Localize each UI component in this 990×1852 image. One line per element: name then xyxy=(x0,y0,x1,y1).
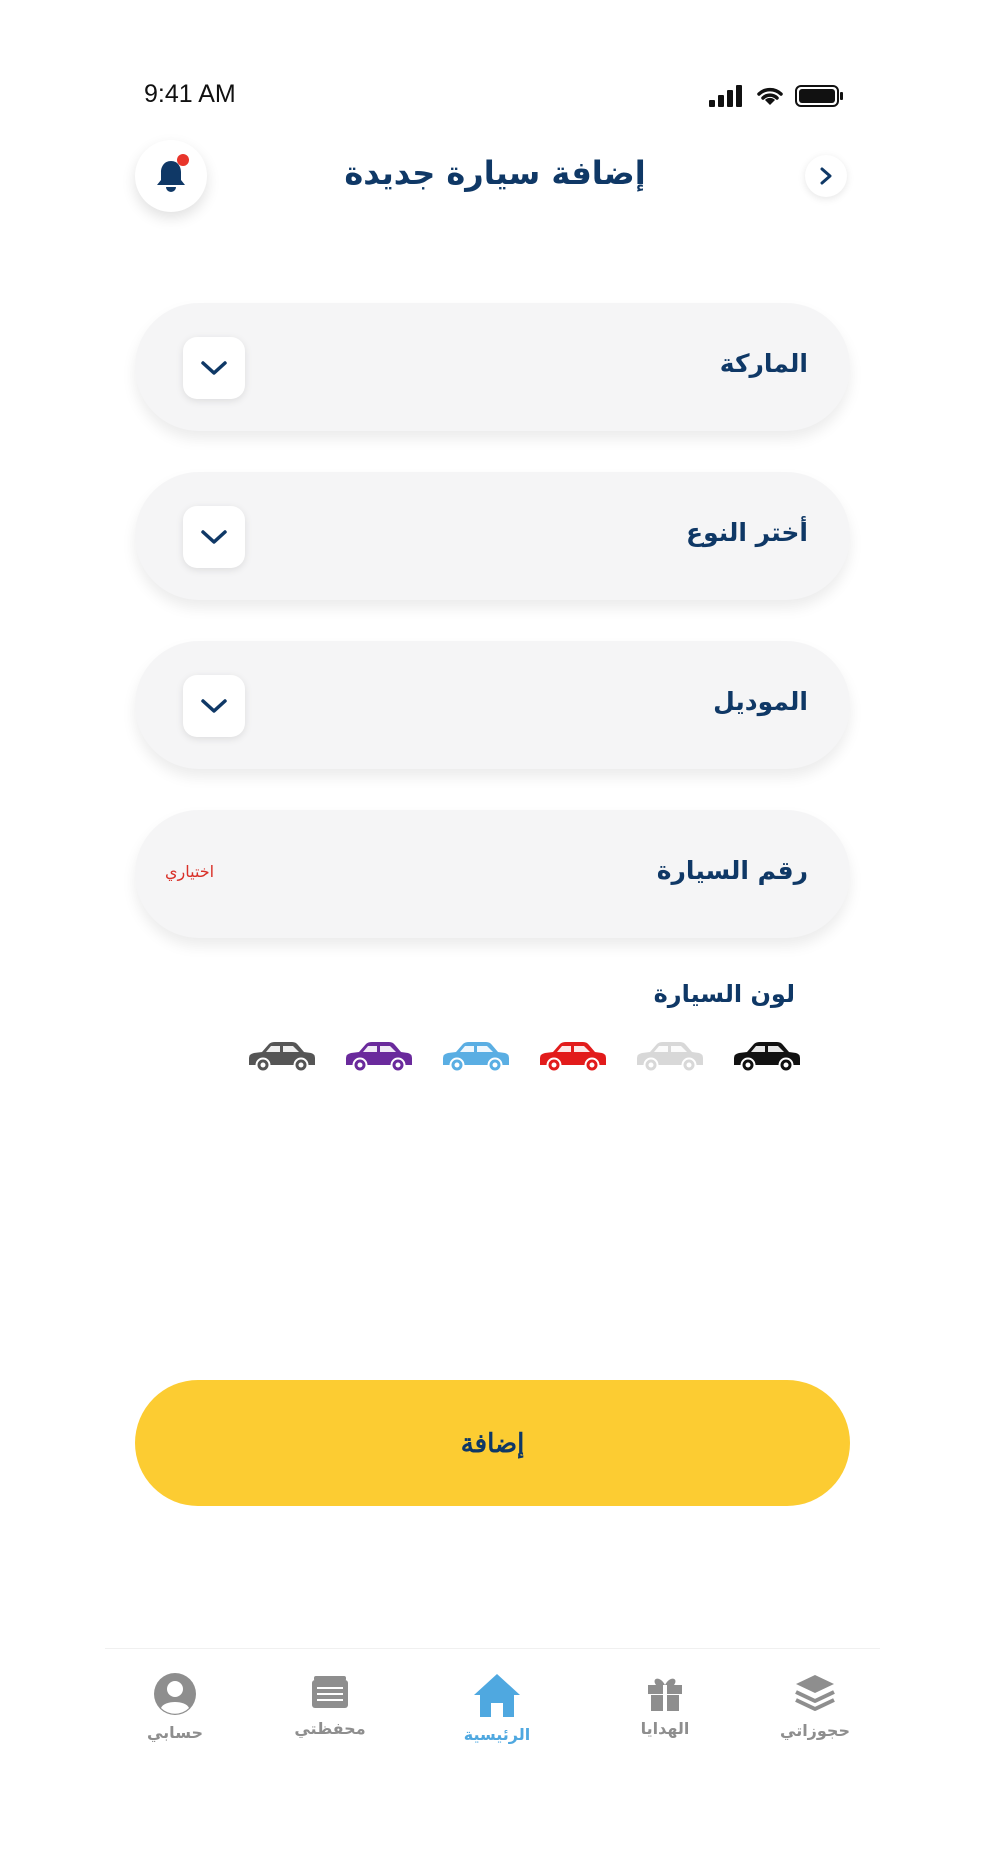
plate-number-label: رقم السيارة xyxy=(656,856,808,885)
chevron-down-icon xyxy=(201,699,227,713)
bottom-tab-bar: حسابي محفظتي الرئيسية الهدايا حجوزاتي xyxy=(105,1648,880,1774)
layers-icon xyxy=(795,1675,835,1711)
chevron-down-icon xyxy=(201,361,227,375)
wifi-icon xyxy=(757,87,783,105)
status-icons xyxy=(709,84,845,108)
gift-icon xyxy=(648,1678,682,1711)
type-dropdown-toggle[interactable] xyxy=(183,506,245,568)
status-bar: 9:41 AM xyxy=(140,78,845,118)
chevron-right-icon xyxy=(820,167,832,185)
chevron-down-icon xyxy=(201,530,227,544)
car-color-option[interactable] xyxy=(730,1040,802,1074)
user-icon xyxy=(154,1673,196,1715)
model-dropdown-toggle[interactable] xyxy=(183,675,245,737)
back-button[interactable] xyxy=(805,155,847,197)
home-icon xyxy=(474,1674,520,1717)
header: إضافة سيارة جديدة xyxy=(0,140,990,212)
signal-icon xyxy=(709,85,742,107)
add-button-label: إضافة xyxy=(460,1427,525,1458)
tab-bookings-label: حجوزاتي xyxy=(780,1721,850,1740)
wallet-icon xyxy=(312,1676,348,1708)
plate-number-field[interactable]: رقم السيارة اختياري xyxy=(135,810,850,938)
model-dropdown[interactable]: الموديل xyxy=(135,641,850,769)
car-color-option[interactable] xyxy=(342,1040,414,1074)
tab-home-label: الرئيسية xyxy=(463,1725,531,1744)
brand-dropdown-toggle[interactable] xyxy=(183,337,245,399)
car-color-options xyxy=(245,1040,802,1074)
optional-tag: اختياري xyxy=(165,862,215,881)
tab-wallet[interactable]: محفظتي xyxy=(260,1671,400,1738)
tab-gifts[interactable]: الهدايا xyxy=(595,1671,735,1738)
add-button[interactable]: إضافة xyxy=(135,1380,850,1506)
type-label: أختر النوع xyxy=(686,518,808,547)
tab-home[interactable]: الرئيسية xyxy=(427,1671,567,1744)
car-color-label: لون السيارة xyxy=(653,980,795,1008)
battery-icon xyxy=(795,85,843,107)
type-dropdown[interactable]: أختر النوع xyxy=(135,472,850,600)
tab-gifts-label: الهدايا xyxy=(640,1719,690,1738)
brand-dropdown[interactable]: الماركة xyxy=(135,303,850,431)
tab-bookings[interactable]: حجوزاتي xyxy=(745,1671,885,1740)
brand-label: الماركة xyxy=(719,349,808,378)
car-color-option[interactable] xyxy=(633,1040,705,1074)
status-time: 9:41 AM xyxy=(144,80,236,108)
car-color-option[interactable] xyxy=(439,1040,511,1074)
tab-account[interactable]: حسابي xyxy=(105,1671,245,1742)
tab-account-label: حسابي xyxy=(146,1723,203,1742)
tab-wallet-label: محفظتي xyxy=(294,1719,366,1738)
model-label: الموديل xyxy=(713,687,808,716)
car-color-option[interactable] xyxy=(245,1040,317,1074)
car-color-option[interactable] xyxy=(536,1040,608,1074)
